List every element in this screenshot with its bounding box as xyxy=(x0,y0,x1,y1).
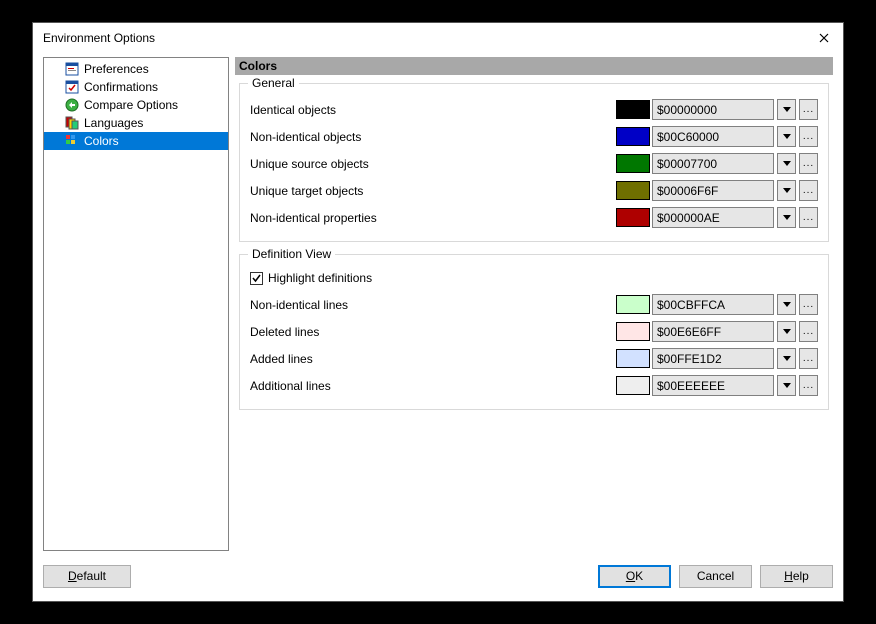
more-button[interactable]: ... xyxy=(799,99,818,120)
color-swatch xyxy=(616,295,650,314)
color-value[interactable]: $00CBFFCA xyxy=(652,294,774,315)
window-title: Environment Options xyxy=(43,31,155,45)
chevron-down-icon[interactable] xyxy=(777,153,796,174)
color-row-label: Deleted lines xyxy=(250,325,616,339)
color-row: Non-identical lines $00CBFFCA... xyxy=(250,291,818,318)
chevron-down-icon[interactable] xyxy=(777,348,796,369)
chevron-down-icon[interactable] xyxy=(777,207,796,228)
color-row: Unique target objects $00006F6F... xyxy=(250,177,818,204)
nav-item-confirmations[interactable]: Confirmations xyxy=(44,78,228,96)
colors-icon xyxy=(64,133,80,149)
nav-item-colors[interactable]: Colors xyxy=(44,132,228,150)
nav-item-preferences[interactable]: Preferences xyxy=(44,60,228,78)
button-bar: Default OK Cancel Help xyxy=(43,563,833,589)
more-button[interactable]: ... xyxy=(799,321,818,342)
color-row-label: Unique target objects xyxy=(250,184,616,198)
compare-options-icon xyxy=(64,97,80,113)
color-row: Non-identical objects $00C60000... xyxy=(250,123,818,150)
color-swatch xyxy=(616,322,650,341)
titlebar: Environment Options xyxy=(33,23,843,53)
color-row-label: Additional lines xyxy=(250,379,616,393)
color-row-label: Identical objects xyxy=(250,103,616,117)
nav-label: Confirmations xyxy=(84,80,158,94)
chevron-down-icon[interactable] xyxy=(777,180,796,201)
more-button[interactable]: ... xyxy=(799,294,818,315)
highlight-definitions-checkbox[interactable] xyxy=(250,272,263,285)
color-swatch xyxy=(616,100,650,119)
color-value[interactable]: $00007700 xyxy=(652,153,774,174)
group-legend-defview: Definition View xyxy=(248,247,335,261)
more-button[interactable]: ... xyxy=(799,375,818,396)
client-area: Preferences Confirmations Compare Option… xyxy=(43,57,833,551)
color-value[interactable]: $00E6E6FF xyxy=(652,321,774,342)
more-button[interactable]: ... xyxy=(799,180,818,201)
color-value[interactable]: $00000000 xyxy=(652,99,774,120)
color-swatch xyxy=(616,127,650,146)
chevron-down-icon[interactable] xyxy=(777,321,796,342)
group-legend-general: General xyxy=(248,76,299,90)
chevron-down-icon[interactable] xyxy=(777,99,796,120)
group-definition-view: Definition View Highlight definitions No… xyxy=(239,254,829,410)
settings-pane: General Identical objects$00000000...Non… xyxy=(235,75,833,551)
nav-tree: Preferences Confirmations Compare Option… xyxy=(43,57,229,551)
close-icon[interactable] xyxy=(813,27,835,49)
help-button[interactable]: Help xyxy=(760,565,833,588)
color-value[interactable]: $00FFE1D2 xyxy=(652,348,774,369)
more-button[interactable]: ... xyxy=(799,207,818,228)
ok-button[interactable]: OK xyxy=(598,565,671,588)
color-swatch xyxy=(616,208,650,227)
nav-label: Colors xyxy=(84,134,119,148)
section-header: Colors xyxy=(235,57,833,75)
chevron-down-icon[interactable] xyxy=(777,375,796,396)
cancel-button[interactable]: Cancel xyxy=(679,565,752,588)
languages-icon xyxy=(64,115,80,131)
more-button[interactable]: ... xyxy=(799,348,818,369)
highlight-definitions-label: Highlight definitions xyxy=(268,271,372,285)
chevron-down-icon[interactable] xyxy=(777,126,796,147)
nav-label: Languages xyxy=(84,116,143,130)
color-row: Deleted lines $00E6E6FF... xyxy=(250,318,818,345)
color-row-label: Non-identical properties xyxy=(250,211,616,225)
color-row-label: Non-identical lines xyxy=(250,298,616,312)
nav-label: Compare Options xyxy=(84,98,178,112)
preferences-icon xyxy=(64,61,80,77)
dialog: Environment Options Preferences Confirma… xyxy=(32,22,844,602)
color-row-label: Non-identical objects xyxy=(250,130,616,144)
group-general: General Identical objects$00000000...Non… xyxy=(239,83,829,242)
nav-item-languages[interactable]: Languages xyxy=(44,114,228,132)
color-swatch xyxy=(616,376,650,395)
color-row-label: Unique source objects xyxy=(250,157,616,171)
color-value[interactable]: $00EEEEEE xyxy=(652,375,774,396)
color-row: Added lines $00FFE1D2... xyxy=(250,345,818,372)
color-row: Non-identical properties $000000AE... xyxy=(250,204,818,231)
nav-label: Preferences xyxy=(84,62,149,76)
color-row: Unique source objects $00007700... xyxy=(250,150,818,177)
color-value[interactable]: $00006F6F xyxy=(652,180,774,201)
more-button[interactable]: ... xyxy=(799,126,818,147)
color-swatch xyxy=(616,154,650,173)
chevron-down-icon[interactable] xyxy=(777,294,796,315)
nav-item-compare-options[interactable]: Compare Options xyxy=(44,96,228,114)
default-button[interactable]: Default xyxy=(43,565,131,588)
more-button[interactable]: ... xyxy=(799,153,818,174)
content-pane: Colors General Identical objects $0000000… xyxy=(235,57,833,551)
color-row-label: Added lines xyxy=(250,352,616,366)
color-swatch xyxy=(616,349,650,368)
color-value[interactable]: $00C60000 xyxy=(652,126,774,147)
color-swatch xyxy=(616,181,650,200)
highlight-definitions-row: Highlight definitions xyxy=(250,267,818,289)
color-row: Additional lines $00EEEEEE... xyxy=(250,372,818,399)
confirmations-icon xyxy=(64,79,80,95)
color-row: Identical objects $00000000... xyxy=(250,96,818,123)
color-value[interactable]: $000000AE xyxy=(652,207,774,228)
